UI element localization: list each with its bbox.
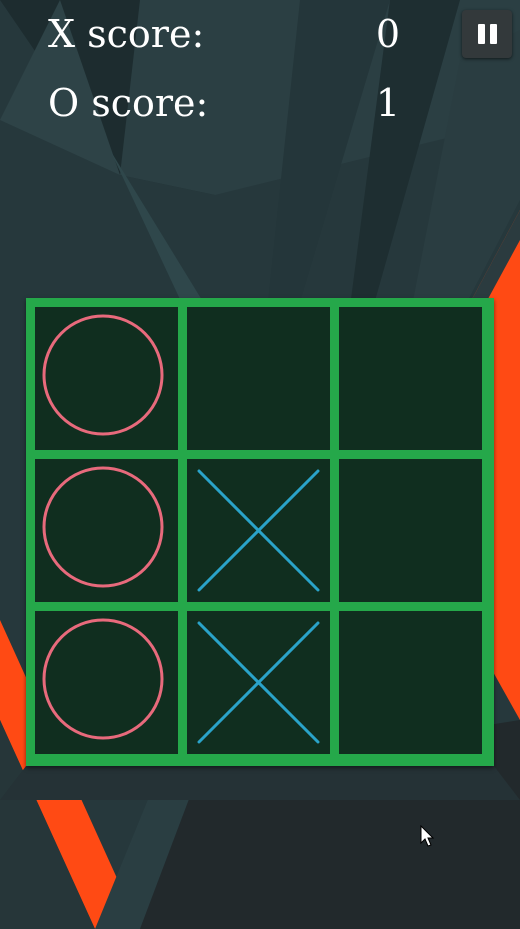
- o-score-label: O score:: [48, 81, 209, 125]
- pause-button[interactable]: [462, 10, 512, 58]
- o-score-row: O score: 1: [48, 73, 408, 133]
- o-mark-icon: [42, 618, 164, 740]
- board-cell-r1-c1[interactable]: O: [35, 307, 178, 450]
- x-mark-icon: [197, 621, 320, 744]
- board-cell-r3-c2[interactable]: X: [187, 611, 330, 754]
- board-cell-r1-c3[interactable]: [339, 307, 482, 450]
- mouse-cursor: [420, 825, 435, 847]
- board-cell-r3-c1[interactable]: O: [35, 611, 178, 754]
- board-cell-r3-c3[interactable]: [339, 611, 482, 754]
- x-score-row: X score: 0: [48, 4, 408, 64]
- board-cell-r2-c3[interactable]: [339, 459, 482, 602]
- board-cell-r1-c2[interactable]: [187, 307, 330, 450]
- o-score-value: 1: [375, 81, 400, 125]
- o-mark-icon: [42, 466, 164, 588]
- game-board: OOXOX: [26, 298, 494, 766]
- o-mark-icon: [42, 314, 164, 436]
- x-score-label: X score:: [48, 12, 205, 56]
- board-cell-r2-c1[interactable]: O: [35, 459, 178, 602]
- board-cell-r2-c2[interactable]: X: [187, 459, 330, 602]
- x-score-value: 0: [375, 12, 400, 56]
- pause-icon: [477, 24, 497, 44]
- x-mark-icon: [197, 469, 320, 592]
